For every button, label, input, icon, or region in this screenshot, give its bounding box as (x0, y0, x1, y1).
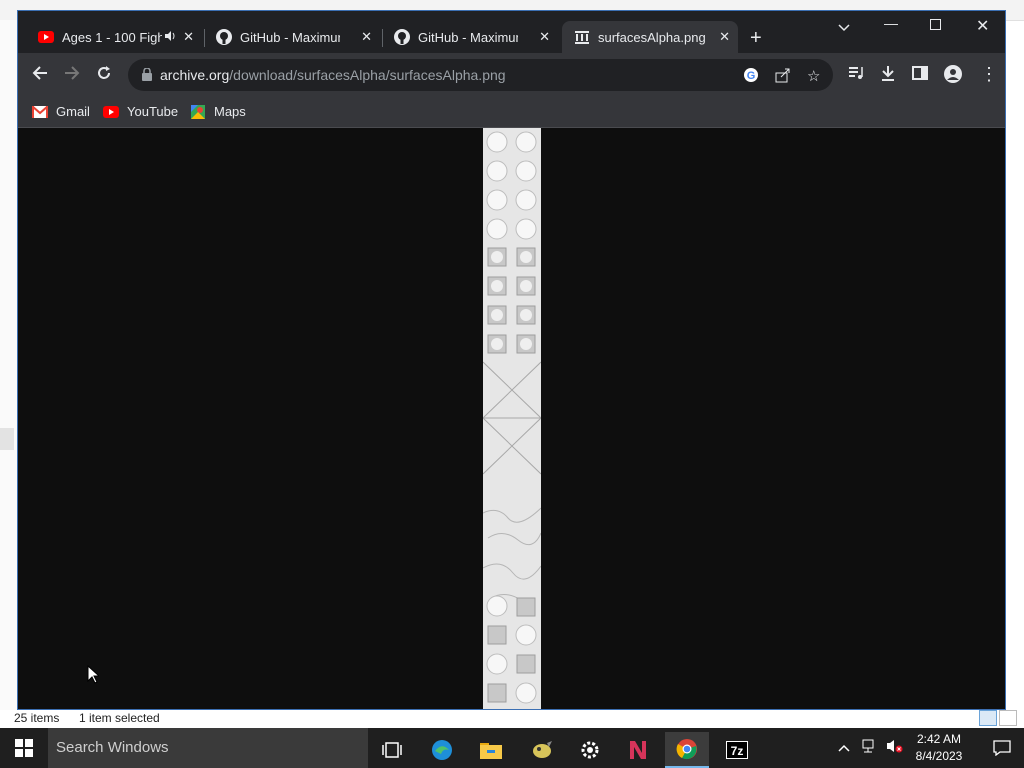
task-view-icon (382, 742, 402, 758)
tab-title: GitHub - MaximumAI (418, 29, 518, 45)
taskbar-search-box[interactable]: Search Windows (48, 728, 368, 768)
taskbar-7zip[interactable]: 7z (715, 732, 759, 768)
url-path: /download/surfacesAlpha/surfacesAlpha.pn… (229, 67, 506, 83)
maximize-icon[interactable] (930, 17, 941, 33)
bookmark-label: Maps (214, 104, 246, 119)
system-clock[interactable]: 2:42 AM 8/4/2023 (900, 731, 978, 765)
large-icons-view-button[interactable] (999, 710, 1017, 726)
gear-icon (581, 741, 599, 759)
taskbar-app-bird[interactable] (520, 732, 564, 768)
close-window-icon[interactable]: ✕ (976, 16, 989, 36)
minimize-icon[interactable]: — (884, 15, 898, 31)
archive-icon (574, 29, 590, 45)
downloads-icon[interactable] (880, 65, 896, 84)
notification-icon (993, 740, 1011, 756)
explorer-status-bar: 25 items 1 item selected (0, 710, 1024, 728)
clock-time: 2:42 AM (916, 732, 962, 746)
surfaces-alpha-image (483, 128, 541, 709)
7zip-icon: 7z (726, 741, 748, 759)
new-tab-icon[interactable]: + (750, 27, 762, 50)
profile-avatar-icon[interactable] (944, 65, 962, 86)
tab-github-1[interactable]: GitHub - MaximumAI ✕ (204, 21, 380, 53)
bird-app-icon (533, 741, 552, 758)
tab-title: Ages 1 - 100 Figh (62, 29, 162, 45)
browser-toolbar: archive.org/download/surfacesAlpha/surfa… (18, 53, 1005, 97)
network-icon[interactable] (862, 739, 878, 756)
bookmark-label: YouTube (127, 104, 179, 119)
svg-text:7z: 7z (731, 744, 744, 758)
taskbar-file-explorer[interactable] (469, 732, 513, 768)
github-icon (216, 29, 232, 45)
selection-count: 1 item selected (79, 711, 160, 725)
bookmark-label: Gmail (56, 104, 90, 119)
youtube-icon (38, 29, 54, 45)
chrome-window: Ages 1 - 100 Figh ✕ GitHub - MaximumAI ✕… (17, 10, 1006, 710)
tab-title: GitHub - MaximumAI (240, 29, 340, 45)
edge-icon (432, 740, 452, 760)
item-count: 25 items (14, 711, 60, 725)
reload-icon[interactable] (96, 65, 112, 84)
tab-title: surfacesAlpha.png (6 (598, 29, 708, 45)
bookmark-gmail[interactable]: Gmail (32, 104, 90, 119)
tab-strip: Ages 1 - 100 Figh ✕ GitHub - MaximumAI ✕… (18, 11, 1005, 53)
task-view-button[interactable] (370, 732, 414, 768)
gmail-icon (32, 105, 48, 119)
search-placeholder: Search Windows (56, 739, 169, 756)
tab-search-chevron-icon[interactable] (838, 19, 850, 35)
more-menu-icon[interactable]: ⋮ (980, 65, 998, 83)
notification-center-button[interactable] (980, 728, 1024, 768)
folder-icon (480, 743, 502, 759)
page-viewport (18, 128, 1005, 709)
clock-date: 8/4/2023 (915, 749, 963, 763)
taskbar-chrome[interactable] (665, 732, 709, 768)
tab-close-icon[interactable]: ✕ (719, 29, 730, 45)
bookmark-youtube[interactable]: YouTube (103, 104, 178, 119)
start-button[interactable] (0, 728, 48, 768)
share-icon[interactable] (775, 67, 791, 87)
tab-youtube[interactable]: Ages 1 - 100 Figh ✕ (26, 21, 202, 53)
google-lens-icon[interactable]: G (743, 67, 759, 87)
side-panel-icon[interactable] (912, 65, 928, 84)
bookmark-star-icon[interactable]: ☆ (807, 67, 820, 85)
taskbar-edge[interactable] (420, 732, 464, 768)
details-view-button[interactable] (979, 710, 997, 726)
maps-icon (190, 104, 206, 119)
address-bar[interactable]: archive.org/download/surfacesAlpha/surfa… (128, 59, 833, 91)
media-control-icon[interactable] (848, 65, 864, 84)
tab-github-2[interactable]: GitHub - MaximumAI ✕ (382, 21, 558, 53)
windows-logo-icon (15, 739, 33, 757)
youtube-icon (103, 105, 119, 119)
tab-surfaces-alpha[interactable]: surfacesAlpha.png (6 ✕ (562, 21, 738, 53)
bookmark-maps[interactable]: Maps (190, 104, 246, 119)
mouse-cursor-icon (87, 665, 99, 684)
windows-taskbar: Search Windows 7z 2:42 AM 8/4/2023 (0, 728, 1024, 768)
url-text[interactable]: archive.org/download/surfacesAlpha/surfa… (160, 67, 506, 83)
svg-text:G: G (747, 70, 756, 82)
explorer-nav-pane (0, 20, 18, 710)
n-app-icon (630, 741, 646, 759)
forward-icon[interactable] (64, 65, 80, 84)
back-icon[interactable] (32, 65, 48, 84)
taskbar-settings[interactable] (568, 732, 612, 768)
tab-close-icon[interactable]: ✕ (539, 29, 550, 45)
audio-playing-icon[interactable] (164, 30, 176, 45)
tab-close-icon[interactable]: ✕ (183, 29, 194, 45)
tab-close-icon[interactable]: ✕ (361, 29, 372, 45)
github-icon (394, 29, 410, 45)
taskbar-app-n[interactable] (616, 732, 660, 768)
bookmarks-bar: Gmail YouTube Maps (18, 97, 1005, 128)
lock-icon[interactable] (142, 67, 152, 86)
chrome-icon (676, 739, 697, 760)
url-host: archive.org (160, 67, 230, 83)
show-hidden-icons-chevron-icon[interactable] (838, 739, 850, 755)
